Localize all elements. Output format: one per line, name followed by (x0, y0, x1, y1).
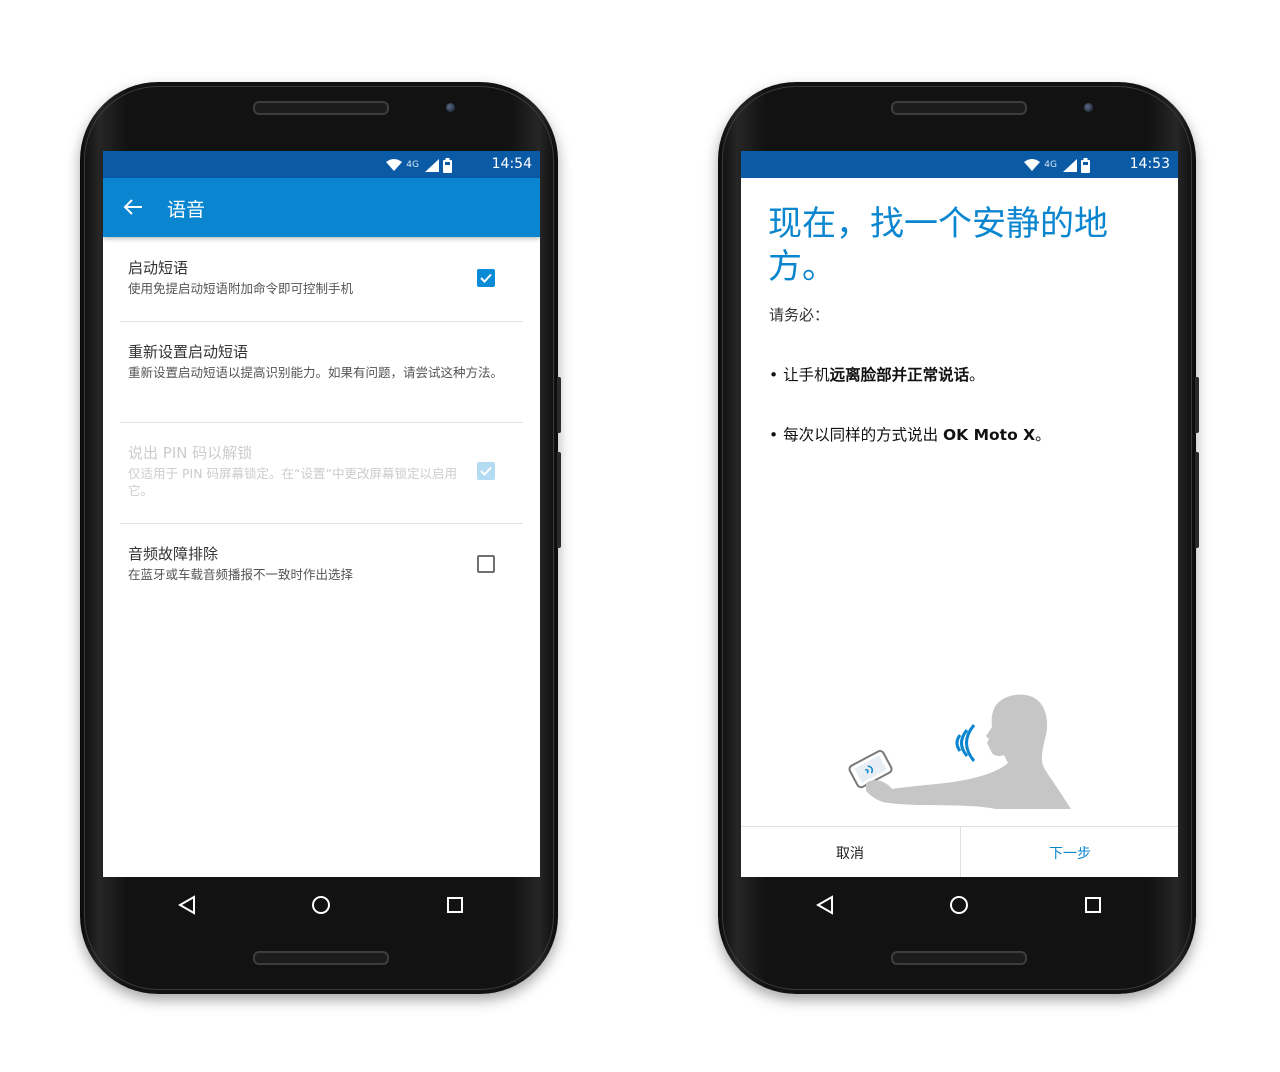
front-camera (446, 103, 455, 112)
bullet-text: 。 (1035, 426, 1051, 444)
battery-icon (1081, 157, 1090, 173)
app-bar: 语音 (103, 178, 540, 237)
status-bar: 4G 14:54 (103, 151, 540, 178)
right-phone: 4G 14:53 现在，找一个安静的地方。 请务必： • 让手机远离脸部并正常说… (718, 82, 1199, 994)
nav-bar (103, 877, 540, 934)
pref-title: 重新设置启动短语 (128, 343, 249, 361)
next-button[interactable]: 下一步 (960, 827, 1178, 877)
headline: 现在，找一个安静的地方。 (768, 204, 1108, 287)
pref-summary: 在蓝牙或车载音频播报不一致时作出选择 (128, 567, 354, 582)
home-icon[interactable] (307, 891, 335, 919)
bullet-text: • 让手机 (769, 366, 830, 384)
pref-summary: 重新设置启动短语以提高识别能力。如果有问题，请尝试这种方法。 (128, 365, 504, 380)
speaker-grille (891, 951, 1027, 965)
divider (120, 523, 523, 524)
settings-screen: 4G 14:54 语音 启动短语 使用免提启动短语附加命令即可控制手机 重新设置… (103, 151, 540, 877)
power-button (1195, 377, 1199, 433)
pin-unlock-checkbox (477, 462, 495, 480)
pref-summary: 使用免提启动短语附加命令即可控制手机 (128, 281, 354, 296)
pref-title: 说出 PIN 码以解锁 (128, 444, 253, 462)
earpiece-grille (891, 101, 1027, 115)
sound-waves-icon (955, 724, 976, 762)
status-bar: 4G 14:53 (741, 151, 1178, 178)
bullet-bold: 正常说话 (907, 366, 970, 384)
button-bar: 取消 下一步 (741, 826, 1178, 877)
volume-button (557, 452, 561, 548)
bullet-bold: 远离脸部 (829, 366, 892, 384)
battery-icon (443, 157, 452, 173)
speaker-grille (253, 951, 389, 965)
pref-title: 启动短语 (128, 259, 189, 277)
recents-icon[interactable] (441, 891, 469, 919)
arrow-back-icon[interactable] (123, 198, 143, 216)
status-time: 14:53 (1129, 156, 1170, 172)
setup-screen: 4G 14:53 现在，找一个安静的地方。 请务必： • 让手机远离脸部并正常说… (741, 151, 1178, 877)
back-icon[interactable] (811, 891, 839, 919)
bullet-bold: OK Moto X (943, 426, 1036, 444)
back-icon[interactable] (173, 891, 201, 919)
earpiece-grille (253, 101, 389, 115)
pref-audio-troubleshoot[interactable]: 音频故障排除 在蓝牙或车载音频播报不一致时作出选择 (128, 544, 508, 583)
audio-troubleshoot-checkbox[interactable] (477, 555, 495, 573)
person-silhouette (889, 694, 1071, 809)
pref-summary: 仅适用于 PIN 码屏幕锁定。在“设置”中更改屏幕锁定以启用它。 (128, 466, 457, 498)
left-phone: 4G 14:54 语音 启动短语 使用免提启动短语附加命令即可控制手机 重新设置… (80, 82, 561, 994)
page-title: 语音 (167, 199, 206, 221)
signal-icon (1063, 158, 1077, 172)
nav-bar (741, 877, 1178, 934)
pref-reset-start-phrase[interactable]: 重新设置启动短语 重新设置启动短语以提高识别能力。如果有问题，请尝试这种方法。 (128, 342, 508, 381)
front-camera (1084, 103, 1093, 112)
bullet-text: 。 (969, 366, 985, 384)
start-phrase-checkbox[interactable] (477, 269, 495, 287)
pref-title: 音频故障排除 (128, 545, 219, 563)
divider (120, 321, 523, 322)
wifi-icon (386, 159, 403, 171)
volume-button (1195, 452, 1199, 548)
status-time: 14:54 (491, 156, 532, 172)
person-speaking-illustration (848, 694, 1071, 809)
network-type-label: 4G (406, 160, 419, 170)
checkmark-icon (480, 466, 492, 476)
bullet-text: 并 (891, 366, 908, 384)
checkmark-icon (480, 273, 492, 283)
cancel-button[interactable]: 取消 (741, 827, 959, 877)
recents-icon[interactable] (1079, 891, 1107, 919)
network-type-label: 4G (1044, 160, 1057, 170)
bullet-text: • 每次以同样的方式说出 (769, 426, 943, 444)
wifi-icon (1024, 159, 1041, 171)
bullet-distance: • 让手机远离脸部并正常说话。 (769, 363, 985, 385)
intro-text: 请务必： (769, 306, 830, 324)
pref-pin-unlock: 说出 PIN 码以解锁 仅适用于 PIN 码屏幕锁定。在“设置”中更改屏幕锁定以… (128, 443, 473, 499)
divider (120, 422, 523, 423)
signal-icon (425, 158, 439, 172)
power-button (557, 377, 561, 433)
bullet-same-way: • 每次以同样的方式说出 OK Moto X。 (769, 423, 1051, 445)
home-icon[interactable] (945, 891, 973, 919)
pref-start-phrase[interactable]: 启动短语 使用免提启动短语附加命令即可控制手机 (128, 258, 508, 297)
